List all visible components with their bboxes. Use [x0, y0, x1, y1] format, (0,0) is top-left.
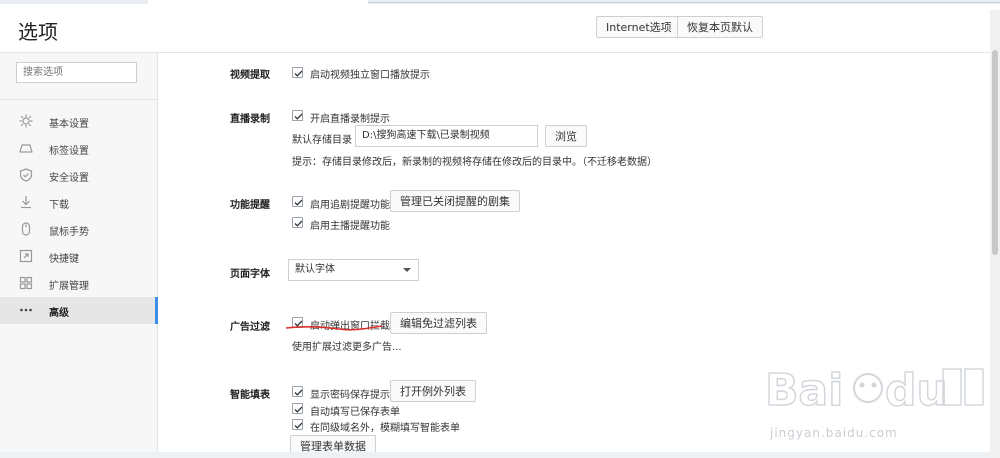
download-icon	[21, 196, 31, 209]
mouse-icon	[21, 222, 31, 236]
font-select-value: 默认字体	[295, 264, 335, 275]
watermark-url: jingyan.baidu.com	[770, 426, 898, 440]
sidebar-item-label: 鼠标手势	[49, 227, 89, 238]
checkmark-icon	[294, 220, 303, 227]
sidebar-item-download[interactable]: 下载	[0, 189, 157, 216]
section-label-ad: 广告过滤	[230, 322, 270, 333]
password-prompt-label: 显示密码保存提示	[310, 390, 390, 401]
autofill-saved-checkbox[interactable]	[292, 403, 303, 414]
storage-dir-input[interactable]: D:\搜狗高速下载\已录制视频	[355, 125, 538, 147]
more-icon	[20, 308, 32, 312]
sidebar-item-tabs[interactable]: 标签设置	[0, 135, 157, 162]
checkmark-icon	[294, 113, 303, 120]
top-strip	[0, 0, 1000, 4]
scrollbar[interactable]	[990, 10, 1000, 458]
manage-closed-reminders-button[interactable]: 管理已关闭提醒的剧集	[390, 190, 520, 212]
video-popup-label: 启动视频独立窗口播放提示	[310, 70, 430, 81]
tab-line	[368, 2, 1000, 3]
section-label-video: 视频提取	[230, 70, 270, 81]
sidebar-item-label: 标签设置	[49, 146, 89, 157]
anchor-reminder-checkbox[interactable]	[292, 217, 303, 228]
open-exceptions-button[interactable]: 打开例外列表	[390, 380, 476, 402]
drama-reminder-checkbox[interactable]	[292, 196, 303, 207]
sidebar-item-label: 高级	[49, 308, 69, 319]
sidebar-item-label: 安全设置	[49, 173, 89, 184]
fuzzy-autofill-label: 在同级域名外，模糊填写智能表单	[310, 423, 460, 434]
svg-text:du: du	[885, 365, 948, 416]
sidebar-item-label: 快捷键	[49, 254, 79, 265]
sidebar-item-extensions[interactable]: 扩展管理	[0, 270, 157, 297]
sidebar: 基本设置 标签设置 安全设置 下载 鼠标手势	[0, 53, 158, 458]
chevron-down-icon	[403, 268, 411, 272]
tab-icon	[19, 144, 33, 153]
checkmark-icon	[294, 406, 303, 413]
svg-text:Bai: Bai	[765, 365, 843, 416]
storage-hint: 提示：存储目录修改后，新录制的视频将存储在修改后的目录中。（不迁移老数据）	[292, 157, 657, 168]
active-tab-edge	[148, 0, 368, 4]
browse-button[interactable]: 浏览	[545, 125, 587, 147]
autofill-saved-label: 自动填写已保存表单	[310, 407, 400, 418]
video-popup-checkbox[interactable]	[292, 67, 303, 78]
checkmark-icon	[294, 70, 303, 77]
section-label-feature: 功能提醒	[230, 200, 270, 211]
sidebar-item-basic[interactable]: 基本设置	[0, 108, 157, 135]
sidebar-item-mouse-gestures[interactable]: 鼠标手势	[0, 216, 157, 243]
live-record-checkbox[interactable]	[292, 110, 303, 121]
anchor-reminder-label: 启用主播提醒功能	[310, 221, 390, 232]
search-input[interactable]	[16, 62, 137, 83]
sidebar-item-label: 扩展管理	[49, 281, 89, 292]
section-label-live: 直播录制	[230, 114, 270, 125]
internet-options-button[interactable]: Internet选项	[596, 16, 682, 38]
section-label-font: 页面字体	[230, 269, 270, 280]
drama-reminder-label: 启用追剧提醒功能	[310, 200, 390, 211]
page-title: 选项	[18, 20, 58, 44]
sidebar-item-label: 下载	[49, 200, 69, 211]
password-prompt-checkbox[interactable]	[292, 386, 303, 397]
storage-dir-label: 默认存储目录	[292, 135, 352, 146]
sidebar-item-label: 基本设置	[49, 119, 89, 130]
fuzzy-autofill-checkbox[interactable]	[292, 419, 303, 430]
sidebar-item-security[interactable]: 安全设置	[0, 162, 157, 189]
sidebar-divider	[0, 99, 157, 100]
font-select[interactable]: 默认字体	[288, 259, 419, 281]
shortcut-icon	[19, 249, 33, 263]
edit-whitelist-button[interactable]: 编辑免过滤列表	[390, 312, 487, 334]
more-ad-filter-link[interactable]: 使用扩展过滤更多广告...	[292, 338, 402, 353]
red-underline-annotation	[285, 325, 383, 331]
extensions-icon	[19, 276, 33, 290]
bottom-edge	[0, 452, 990, 458]
gear-icon	[19, 114, 33, 128]
shield-icon	[19, 168, 33, 182]
scroll-thumb[interactable]	[992, 50, 998, 255]
checkmark-icon	[294, 422, 303, 429]
section-label-autofill: 智能填表	[230, 390, 270, 401]
restore-defaults-button[interactable]: 恢复本页默认	[677, 16, 763, 38]
sidebar-item-shortcuts[interactable]: 快捷键	[0, 243, 157, 270]
sidebar-item-advanced[interactable]: 高级	[0, 297, 158, 324]
checkmark-icon	[294, 199, 303, 206]
checkmark-icon	[294, 389, 303, 396]
live-record-label: 开启直播录制提示	[310, 114, 390, 125]
